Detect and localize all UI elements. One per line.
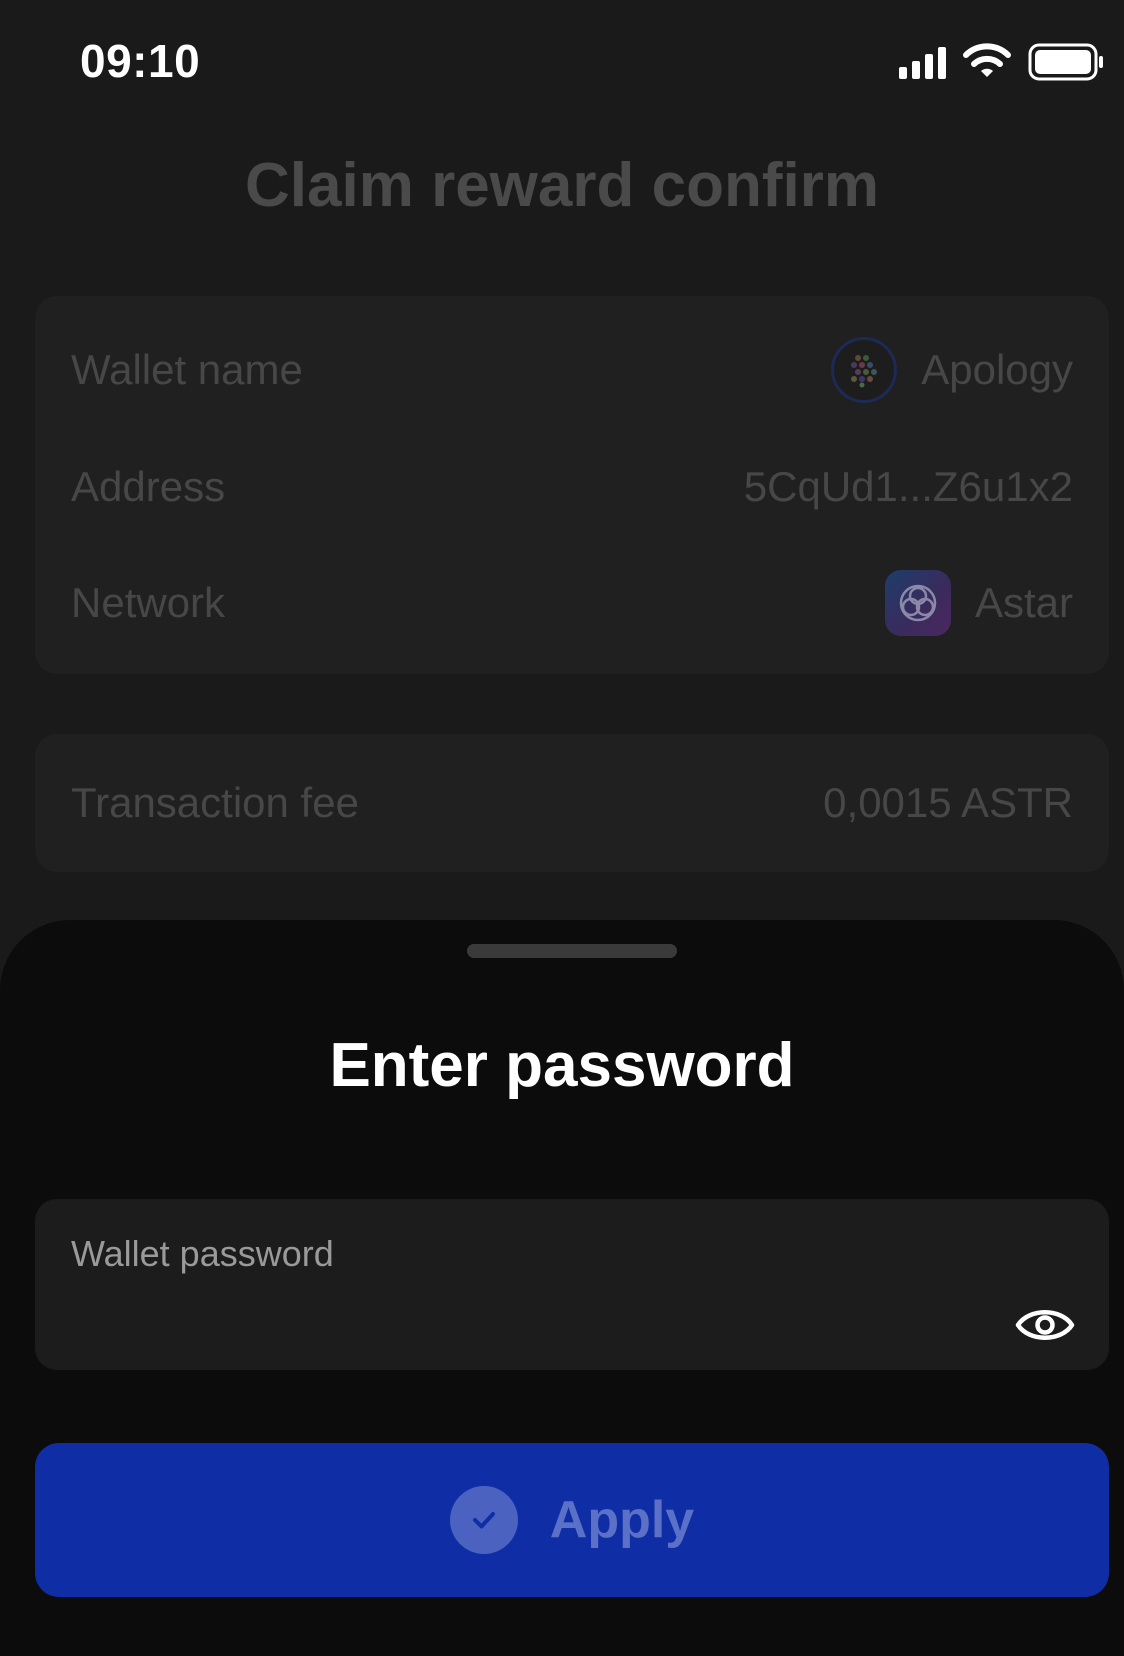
- sheet-drag-handle[interactable]: [467, 944, 677, 958]
- eye-icon[interactable]: [1015, 1303, 1075, 1347]
- wallet-password-label: Wallet password: [71, 1233, 334, 1274]
- check-circle-icon: [449, 1486, 518, 1554]
- sheet-title: Enter password: [329, 1031, 795, 1100]
- wallet-password-input[interactable]: [71, 1289, 975, 1341]
- apply-button[interactable]: Apply: [35, 1443, 1109, 1597]
- password-bottom-sheet: Enter password Wallet password Apply: [0, 920, 1124, 1656]
- apply-button-label: Apply: [549, 1491, 695, 1549]
- wallet-password-field[interactable]: Wallet password: [35, 1199, 1109, 1370]
